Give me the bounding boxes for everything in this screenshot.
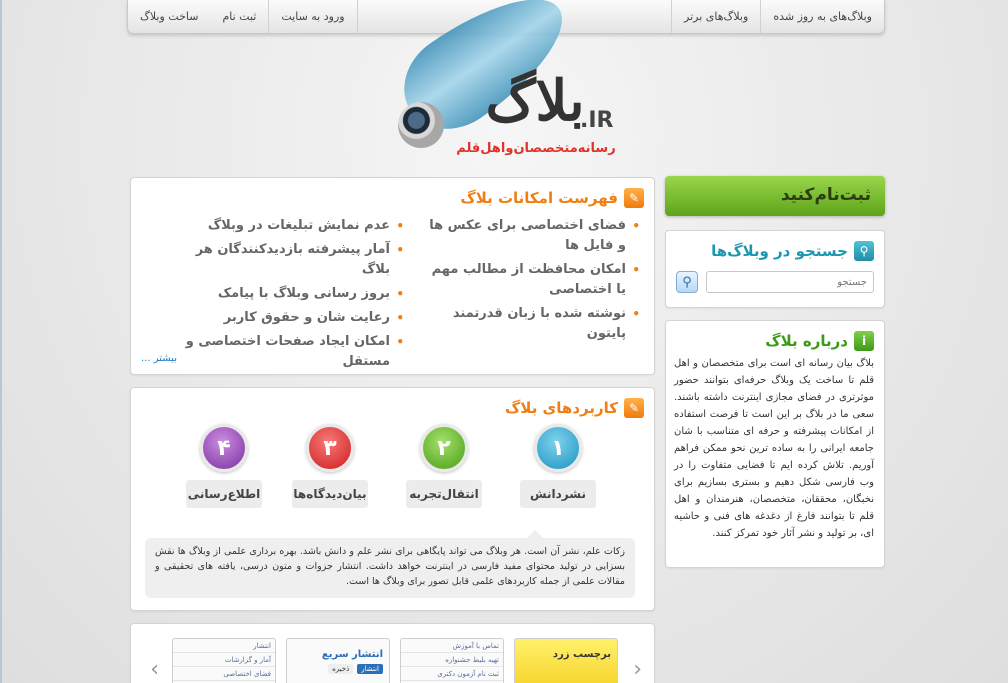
number-badge: ۲ (420, 424, 468, 472)
search-panel: ⚲ جستجو در وبلاگ‌ها ⚲ (665, 230, 885, 308)
signup-button[interactable]: ثبت‌نام‌کنید (665, 176, 885, 216)
usages-title-text: کاربردهای بلاگ (504, 399, 618, 417)
feature-item: رعایت شان و حقوق کاربر (174, 308, 404, 328)
nav-login[interactable]: ورود به سایت (269, 0, 358, 33)
search-title-text: جستجو در وبلاگ‌ها (711, 242, 848, 260)
search-submit-button[interactable]: ⚲ (676, 271, 698, 293)
feature-item: نوشته شده با زبان قدرتمند پایتون (425, 304, 640, 344)
thumb-buttons: انتشار ذخیره (287, 660, 389, 678)
number-badge: ۱ (534, 424, 582, 472)
search-input[interactable] (706, 271, 874, 293)
template-thumb-publish[interactable]: انتشار سریع انتشار ذخیره (286, 638, 390, 683)
about-panel: i درباره بلاگ بلاگ بیان رسانه ای است برا… (665, 320, 885, 568)
nav-left-group: ورود به سایت ثبت نام ساخت وبلاگ (128, 0, 358, 33)
usage-description: زکات علم، نشر آن است. هر وبلاگ می تواند … (145, 530, 635, 598)
logo-tagline: رسانه‌متخصصان‌واهل‌قلم (456, 141, 616, 156)
window-left-edge (0, 0, 2, 683)
feature-item: فضای اختصاصی برای عکس ها و فایل ها (425, 216, 640, 256)
template-thumb-menu[interactable]: انتشار آمار و گزارشات فضای اختصاصی (172, 638, 276, 683)
features-title: ✎ فهرست امکانات بلاگ (460, 188, 644, 208)
info-icon: i (854, 331, 874, 351)
feature-item: آمار پیشرفته بازدیدکنندگان هر بلاگ (174, 240, 404, 280)
feature-item: بروز رسانی وبلاگ با پیامک (174, 284, 404, 304)
search-icon: ⚲ (854, 241, 874, 261)
thumb-title: انتشار سریع (321, 649, 383, 660)
thumb-row: تماس با آموزش (401, 639, 503, 653)
features-panel: ✎ فهرست امکانات بلاگ فضای اختصاصی برای ع… (130, 177, 655, 375)
thumb-title: برچسب زرد (552, 649, 611, 660)
nav-right-group: وبلاگ‌های به روز شده وبلاگ‌های برتر (671, 0, 884, 33)
features-more-link[interactable]: بیشتر ... (141, 353, 177, 364)
thumb-row: آمار و گزارشات (173, 653, 275, 667)
number-badge: ۴ (200, 424, 248, 472)
usage-description-text: زکات علم، نشر آن است. هر وبلاگ می تواند … (155, 546, 625, 587)
description-pointer (527, 530, 543, 538)
usage-label: بیان‌دیدگاه‌ها (292, 480, 368, 508)
usage-label: انتقال‌تجربه (406, 480, 482, 508)
nav-create-blog[interactable]: ساخت وبلاگ (128, 0, 210, 33)
usage-item-2[interactable]: ۲ انتقال‌تجربه (406, 424, 482, 508)
nav-register[interactable]: ثبت نام (210, 0, 270, 33)
thumb-row: ثبت نام آزمون دکتری (401, 667, 503, 681)
nav-top-blogs[interactable]: وبلاگ‌های برتر (671, 0, 760, 33)
thumb-save-button: ذخیره (328, 664, 354, 674)
camera-lens-icon (398, 102, 444, 148)
usage-item-1[interactable]: ۱ نشردانش (520, 424, 596, 508)
feature-item: عدم نمایش تبلیغات در وبلاگ (174, 216, 404, 236)
site-logo[interactable]: بلاگ .IR رسانه‌متخصصان‌واهل‌قلم (380, 0, 670, 170)
carousel-next-icon[interactable]: ‹ (628, 659, 642, 681)
feature-item: امکان ایجاد صفحات اختصاصی و مستقل (174, 332, 404, 372)
template-thumb-list[interactable]: تماس با آموزش تهیه بلیط جشنواره ثبت نام … (400, 638, 504, 683)
number-badge: ۳ (306, 424, 354, 472)
usage-item-3[interactable]: ۳ بیان‌دیدگاه‌ها (292, 424, 368, 508)
thumb-row: فضای اختصاصی (173, 667, 275, 681)
about-title-text: درباره بلاگ (765, 332, 848, 350)
usage-item-4[interactable]: ۴ اطلاع‌رسانی (186, 424, 262, 508)
features-right-list: فضای اختصاصی برای عکس ها و فایل ها امکان… (425, 216, 640, 348)
usages-panel: ✎ کاربردهای بلاگ ۱ نشردانش ۲ انتقال‌تجرب… (130, 387, 655, 611)
usages-title: ✎ کاربردهای بلاگ (505, 398, 644, 418)
features-icon: ✎ (624, 188, 644, 208)
feature-item: امکان محافظت از مطالب مهم یا اختصاصی (425, 260, 640, 300)
thumb-row: تهیه بلیط جشنواره (401, 653, 503, 667)
usages-icon: ✎ (624, 398, 644, 418)
thumb-row: انتشار (173, 639, 275, 653)
carousel-prev-icon[interactable]: › (145, 659, 159, 681)
nav-updated-blogs[interactable]: وبلاگ‌های به روز شده (760, 0, 884, 33)
magnifier-icon: ⚲ (682, 274, 692, 290)
templates-carousel: ‹ › برچسب زرد تماس با آموزش تهیه بلیط جش… (130, 623, 655, 683)
about-title: i درباره بلاگ (765, 331, 874, 351)
template-thumb-yellow[interactable]: برچسب زرد (514, 638, 618, 683)
about-text: بلاگ بیان رسانه ای است برای متخصصان و اه… (674, 358, 874, 539)
logo-domain: .IR (580, 108, 614, 133)
usage-label: نشردانش (520, 480, 596, 508)
thumb-publish-button: انتشار (357, 664, 383, 674)
features-left-list: عدم نمایش تبلیغات در وبلاگ آمار پیشرفته … (174, 216, 404, 376)
features-title-text: فهرست امکانات بلاگ (460, 189, 618, 207)
search-title: ⚲ جستجو در وبلاگ‌ها (711, 241, 874, 261)
usage-label: اطلاع‌رسانی (186, 480, 262, 508)
